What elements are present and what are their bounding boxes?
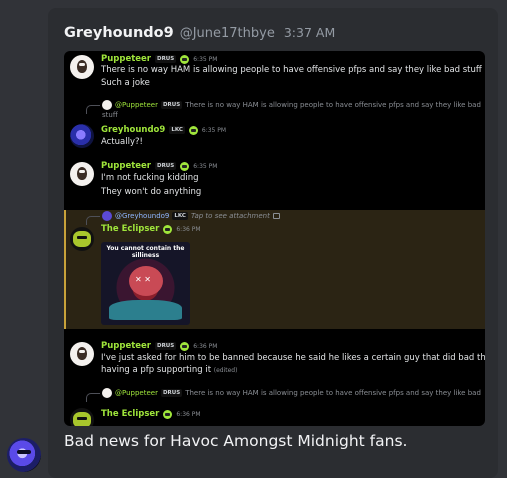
reply-text: There is no way HAM is allowing people t… (185, 101, 481, 109)
badge-icon (180, 54, 190, 64)
guild-tag: DRUS (155, 342, 177, 350)
username: Puppeteer (101, 341, 151, 351)
timestamp: 6:35 PM (193, 162, 218, 170)
timestamp: 6:36 PM (176, 410, 201, 418)
message-header: Puppeteer DRUS 6:35 PM (101, 54, 217, 64)
message-header: Puppeteer DRUS 6:35 PM (101, 161, 217, 171)
guild-tag: DRUS (155, 55, 177, 63)
timestamp: 6:36 PM (193, 342, 218, 350)
reply-connector (86, 105, 100, 114)
reply-text-continued: stuff (102, 111, 118, 119)
badge-icon (163, 224, 173, 234)
guild-tag: DRUS (160, 101, 183, 109)
attached-screenshot[interactable]: Puppeteer DRUS 6:35 PM There is no way H… (64, 51, 485, 426)
reply-reference: @Puppeteer DRUS There is no way HAM is a… (102, 100, 481, 110)
reply-username: @Puppeteer (115, 389, 158, 397)
message-text: There is no way HAM is allowing people t… (101, 65, 482, 75)
message-text: They won't do anything (101, 187, 202, 197)
reply-text: stuff (102, 111, 118, 119)
reply-reference: @Puppeteer DRUS There is no way HAM is a… (102, 388, 481, 398)
timestamp: 6:35 PM (193, 55, 218, 63)
reply-text: There is no way HAM is allowing people t… (185, 389, 481, 397)
reply-connector (86, 216, 100, 225)
author-name[interactable]: Greyhoundo9 (64, 25, 174, 41)
reply-connector (86, 393, 100, 402)
guild-tag: DRUS (160, 389, 183, 397)
message-timestamp: 3:37 AM (283, 25, 336, 40)
reply-username: @Puppeteer (115, 101, 158, 109)
badge-icon (163, 409, 173, 419)
message-text: I've just asked for him to be banned bec… (101, 353, 485, 363)
guild-tag: DRUS (155, 162, 177, 170)
user-avatar[interactable] (7, 438, 41, 472)
message-header: The Eclipser 6:36 PM (101, 409, 201, 419)
username: Puppeteer (101, 54, 151, 64)
message-text: Bad news for Havoc Amongst Midnight fans… (64, 432, 408, 450)
author-handle: @June17thbye (179, 26, 275, 41)
puppeteer-avatar (70, 342, 94, 366)
badge-icon (180, 161, 190, 171)
badge-icon (180, 341, 190, 351)
timestamp: 6:35 PM (201, 126, 227, 134)
badge-icon (188, 125, 198, 135)
puppeteer-avatar (102, 100, 112, 110)
meme-caption: You cannot contain the silliness (106, 245, 185, 259)
username: The Eclipser (101, 409, 160, 419)
message-header: The Eclipser 6:36 PM (101, 224, 201, 234)
meme-artwork (109, 300, 182, 320)
meme-character (129, 266, 163, 296)
message-header: Greyhoundo9 LKC 6:35 PM (101, 125, 226, 135)
image-icon (272, 213, 280, 219)
eclipser-avatar (70, 408, 94, 426)
puppeteer-avatar (70, 162, 94, 186)
message-text: having a pfp supporting it (edited) (101, 365, 237, 375)
reply-text: Tap to see attachment (190, 212, 270, 220)
greyhoundo9-avatar (70, 124, 94, 148)
meme-image[interactable]: You cannot contain the silliness (101, 242, 190, 325)
username: Greyhoundo9 (101, 125, 166, 135)
message-text: Actually?! (101, 137, 143, 147)
message-text-part: having a pfp supporting it (101, 365, 212, 375)
guild-tag: LKC (172, 212, 188, 220)
eclipser-avatar (70, 227, 94, 251)
puppeteer-avatar (70, 55, 94, 79)
guild-tag: LKC (169, 126, 185, 134)
timestamp: 6:36 PM (176, 225, 201, 233)
edited-label: (edited) (213, 367, 238, 374)
username: Puppeteer (101, 161, 151, 171)
reply-reference: @Greyhoundo9 LKC Tap to see attachment (102, 211, 280, 221)
greyhoundo9-avatar (102, 211, 112, 221)
message-header: Puppeteer DRUS 6:36 PM (101, 341, 217, 351)
username: The Eclipser (101, 224, 160, 234)
message-header: Greyhoundo9 @June17thbye 3:37 AM (64, 25, 335, 43)
reply-username: @Greyhoundo9 (115, 212, 170, 220)
message-text: I'm not fucking kidding (101, 173, 199, 183)
puppeteer-avatar (102, 388, 112, 398)
message-text: Such a joke (101, 78, 150, 88)
